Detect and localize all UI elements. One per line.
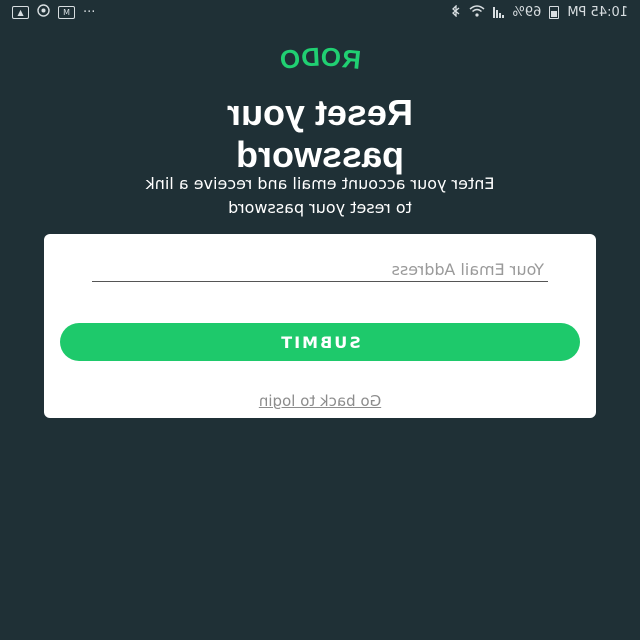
page-title: Reset your password [0,92,640,176]
signal-icon [493,6,505,18]
battery-icon [549,5,560,19]
rodo-logo: RODO [0,41,640,76]
logo-letter: O [277,42,302,76]
page-subtitle: Enter your account email and receive a l… [0,172,640,220]
email-field[interactable] [92,258,548,282]
image-icon: ▲ [12,5,29,19]
battery-percent: 69% [512,4,542,20]
overflow-dots: ··· [83,4,96,20]
status-bar: 10:45 PM 69% ··· M ▲ [0,0,640,24]
submit-button[interactable]: SUBMIT [60,323,580,361]
media-icon [37,4,50,20]
title-line-1: Reset your [226,92,414,133]
mail-icon: M [58,5,75,19]
subtitle-line-2: to reset your password [228,198,412,217]
title-line-2: password [235,134,405,175]
bluetooth-icon [451,3,461,20]
status-left: 10:45 PM 69% [451,3,628,20]
time: 10:45 PM [567,4,628,20]
logo-letter: R [339,43,363,75]
logo-letter: D [299,41,321,73]
back-to-login-link[interactable]: Go back to login [44,392,596,410]
subtitle-line-1: Enter your account email and receive a l… [145,174,495,193]
status-right: ··· M ▲ [12,4,95,20]
wifi-icon [469,4,485,20]
mirrored-view: 10:45 PM 69% ··· M ▲ RODO Reset your pas… [0,0,640,640]
screen: 10:45 PM 69% ··· M ▲ RODO Reset your pas… [0,0,640,640]
reset-form-card: SUBMIT Go back to login [44,234,596,418]
logo-letter: O [319,41,343,73]
